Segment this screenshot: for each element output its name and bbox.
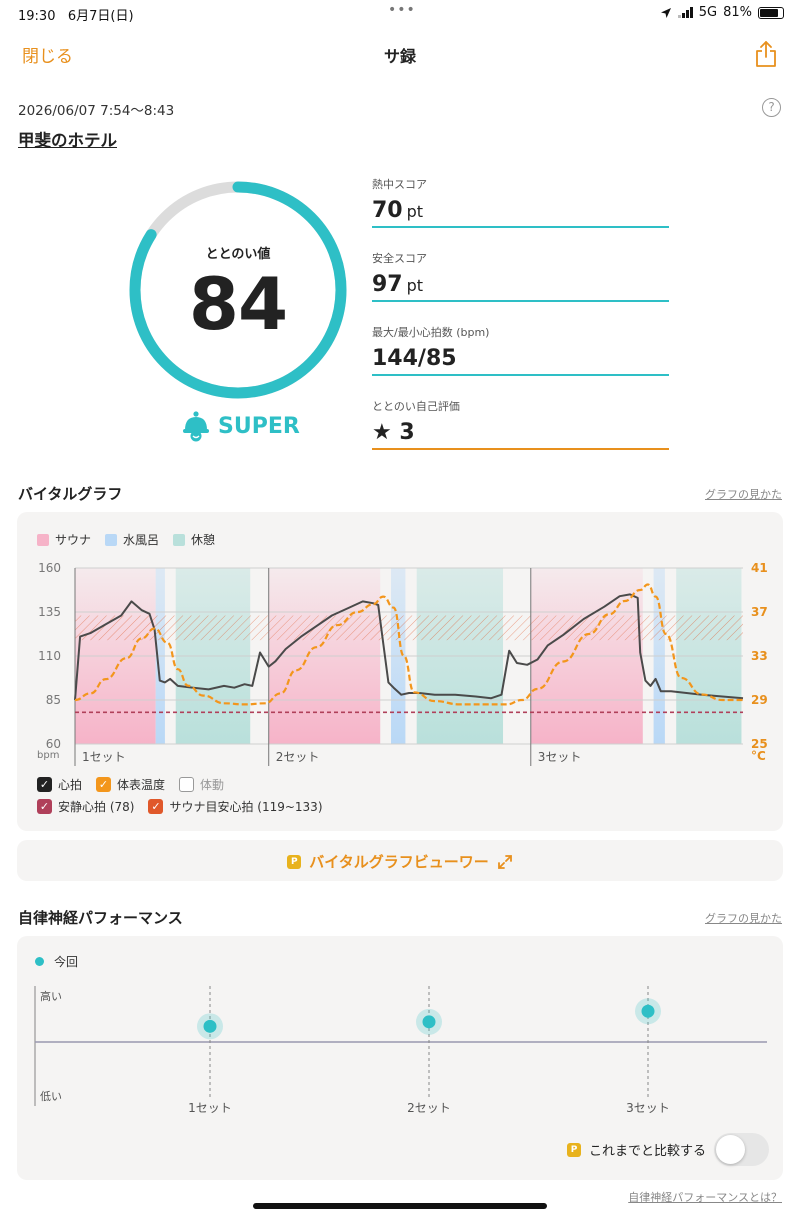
premium-badge-icon: P	[287, 854, 302, 869]
performance-point	[203, 1019, 217, 1033]
home-indicator[interactable]	[253, 1203, 547, 1209]
battery-icon	[758, 6, 784, 19]
x-set-label: 1セット	[188, 1101, 232, 1115]
rank-label: SUPER	[218, 413, 300, 439]
score-label: ととのい自己評価	[372, 400, 460, 413]
toggle-target-hr[interactable]: ✓ サウナ目安心拍 (119~133)	[148, 798, 323, 815]
y-high-label: 高い	[40, 989, 62, 1003]
share-icon[interactable]	[754, 40, 778, 68]
help-icon[interactable]: ?	[762, 98, 781, 117]
score-value: 70 pt	[372, 198, 424, 223]
performance-point	[422, 1015, 436, 1029]
battery-percent: 81%	[723, 5, 752, 20]
toggle-body-motion[interactable]: 体動	[179, 776, 224, 793]
legend-rest: 休憩	[173, 531, 215, 548]
status-time: 19:30 6月7日(日)	[18, 9, 134, 24]
score-value[interactable]: ★ 3	[372, 420, 669, 448]
legend-water: 水風呂	[105, 531, 159, 548]
status-bar: 19:30 6月7日(日) ••• 5G 81%	[0, 0, 800, 28]
x-set-label: 3セット	[538, 750, 582, 764]
expand-icon	[497, 854, 512, 869]
score-label: 熱中スコア	[372, 178, 427, 191]
totonoi-value: 84	[188, 262, 288, 346]
target-hr-band	[75, 615, 743, 641]
y-low-label: 低い	[40, 1090, 62, 1103]
compare-row: P これまでと比較する	[567, 1133, 770, 1166]
rank-badge: SUPER	[182, 410, 300, 442]
sauna-hat-icon	[183, 411, 209, 442]
toggle-skin-temp[interactable]: ✓ 体表温度	[96, 776, 165, 793]
compare-toggle[interactable]	[714, 1133, 770, 1166]
y-left-tick: 110	[38, 649, 61, 663]
totonoi-label: ととのい値	[205, 247, 271, 262]
viewer-label: バイタルグラフビューワー	[309, 853, 489, 871]
network-label: 5G	[698, 5, 718, 20]
session-datetime: 2026/06/07 7:54〜8:43	[18, 103, 175, 119]
autonomic-help-link[interactable]: グラフの見かた	[705, 910, 782, 926]
y-right-tick: 29	[751, 693, 768, 707]
multitask-dots[interactable]: •••	[388, 2, 416, 18]
y-right-tick: 33	[751, 649, 768, 663]
y-left-tick: 85	[46, 693, 61, 707]
vital-chart[interactable]: 16013511085604137332925bpm °C1セット 2セット 3セット	[17, 552, 783, 766]
legend-sauna: サウナ	[37, 531, 91, 548]
score-value: 97 pt	[372, 272, 424, 297]
status-right: 5G 81%	[660, 5, 784, 20]
y-left-tick: 135	[38, 605, 61, 619]
series-legend-row1: ✓ 心拍 ✓ 体表温度 体動	[37, 776, 224, 793]
score-label: 最大/最小心拍数 (bpm)	[372, 326, 490, 339]
phase-legend: サウナ 水風呂 休憩	[37, 531, 215, 548]
score-label: 安全スコア	[372, 252, 427, 265]
performance-point	[641, 1004, 655, 1018]
x-set-label: 2セット	[407, 1101, 451, 1115]
autonomic-title: 自律神経パフォーマンス	[18, 909, 183, 927]
toggle-heart-rate[interactable]: ✓ 心拍	[37, 776, 82, 793]
y-left-tick: 60	[46, 737, 61, 751]
signal-icon	[677, 7, 693, 18]
current-dot-icon	[35, 957, 44, 966]
x-set-label: 3セット	[626, 1101, 670, 1115]
vital-graph-card: サウナ 水風呂 休憩 160 135 110 85 60 41 37 33 29 25 bpm °C 1…	[17, 512, 783, 831]
score-heat: 熱中スコア 70 pt	[372, 176, 669, 228]
y-right-tick: 37	[751, 605, 768, 619]
y-left-tick: 160	[38, 561, 61, 575]
x-set-label: 1セット	[82, 750, 126, 764]
y-left-unit: bpm	[37, 750, 59, 761]
y-right-tick: 41	[751, 561, 768, 575]
score-value: 144/85	[372, 346, 457, 371]
vital-graph-title: バイタルグラフ	[18, 485, 123, 503]
series-legend-row2: ✓ 安静心拍 (78) ✓ サウナ目安心拍 (119~133)	[37, 798, 323, 815]
toggle-resting-hr[interactable]: ✓ 安静心拍 (78)	[37, 798, 134, 815]
autonomic-legend: 今回	[35, 953, 78, 970]
autonomic-chart: 高い低い 1セット 2セット 3セット	[34, 986, 767, 1115]
autonomic-about-link[interactable]: 自律神経パフォーマンスとは？	[628, 1189, 782, 1205]
y-right-unit: °C	[751, 749, 766, 763]
score-safety: 安全スコア 97 pt	[372, 250, 669, 302]
autonomic-card: 今回 高い低い 1セット 2セット 3セット P これまでと比較する	[17, 936, 783, 1180]
vital-graph-viewer-button[interactable]: P バイタルグラフビューワー	[17, 840, 783, 881]
close-button[interactable]: 閉じる	[22, 42, 73, 67]
x-set-label: 2セット	[276, 750, 320, 764]
premium-badge-icon: P	[567, 1142, 581, 1157]
location-arrow-icon	[660, 7, 671, 18]
facility-name[interactable]: 甲斐のホテル	[18, 127, 117, 151]
score-self-rating[interactable]: ととのい自己評価 ★ 3	[372, 398, 669, 450]
score-heart-rate: 最大/最小心拍数 (bpm) 144/85	[372, 324, 669, 376]
compare-label: これまでと比較する	[589, 1144, 707, 1159]
vital-graph-help-link[interactable]: グラフの見かた	[705, 486, 782, 502]
nav-title: サ録	[383, 47, 416, 66]
